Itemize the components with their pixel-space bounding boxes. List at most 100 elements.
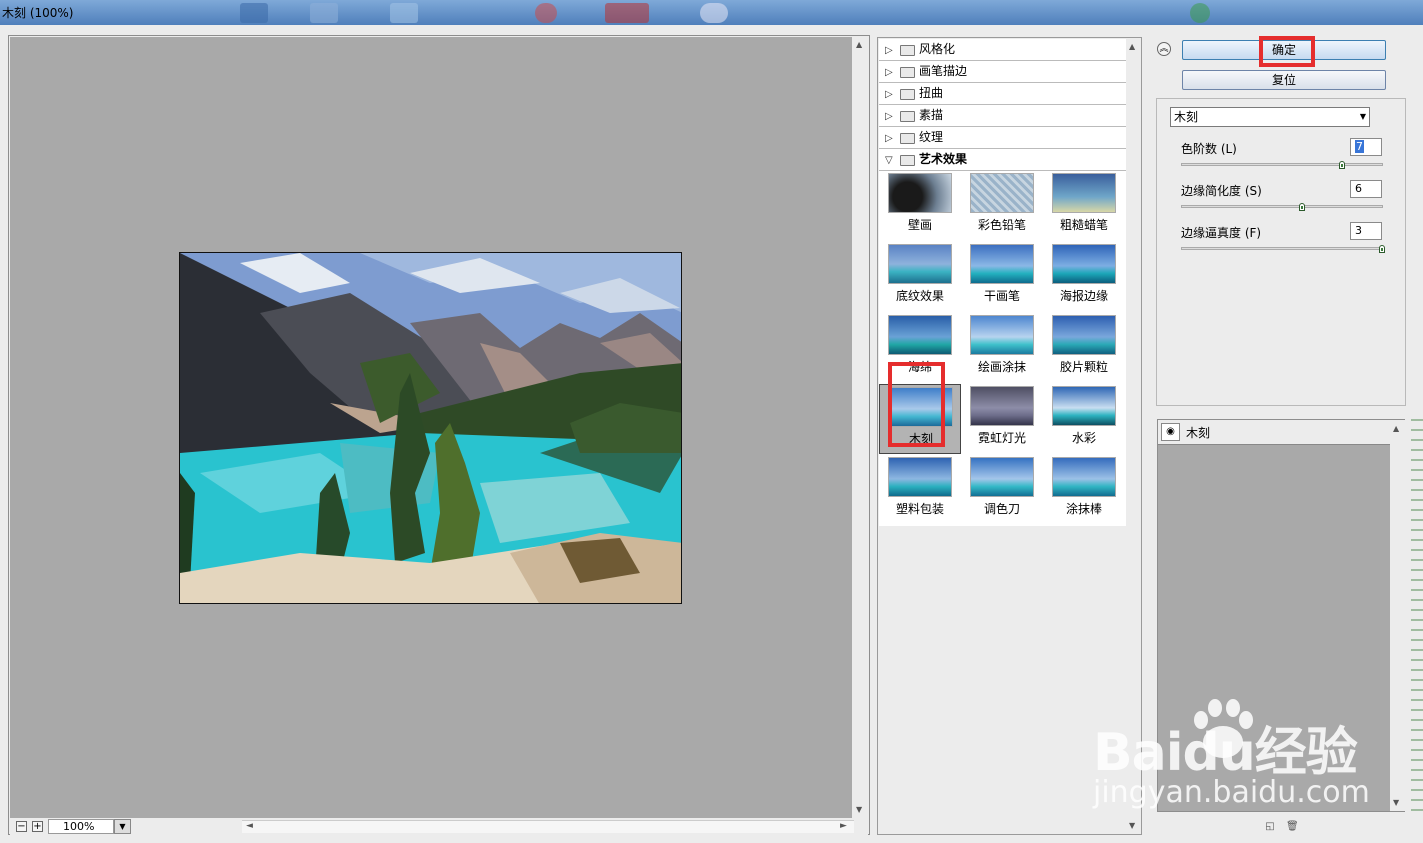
- preview-canvas[interactable]: [10, 37, 852, 818]
- folder-artistic[interactable]: ▽ 艺术效果: [879, 149, 1126, 171]
- scroll-down-icon[interactable]: ▼: [1129, 821, 1135, 830]
- collapse-triangle-icon[interactable]: ▽: [885, 150, 893, 171]
- filter-thumb-film-grain[interactable]: 胶片颗粒: [1043, 313, 1125, 383]
- filter-select[interactable]: 木刻 ▼: [1170, 107, 1370, 127]
- taskbar-icon: [605, 3, 649, 23]
- edge-simplicity-input[interactable]: 6: [1350, 180, 1382, 198]
- filter-label: 胶片颗粒: [1059, 360, 1108, 374]
- ok-button[interactable]: 确定: [1182, 40, 1386, 60]
- filter-label: 干画笔: [983, 289, 1020, 303]
- levels-input[interactable]: 7: [1350, 138, 1382, 156]
- filter-label: 木刻: [908, 432, 933, 446]
- preview-vertical-scrollbar[interactable]: ▲ ▼: [852, 37, 868, 818]
- edge-fidelity-slider-knob[interactable]: [1379, 245, 1385, 253]
- filter-label: 粗糙蜡笔: [1059, 218, 1108, 232]
- expand-triangle-icon[interactable]: ▷: [885, 62, 893, 83]
- window-edge-decoration: [1411, 419, 1423, 819]
- thumbnail-image: [888, 244, 952, 284]
- eye-icon[interactable]: ◉: [1161, 423, 1180, 441]
- preview-status-bar: − + 100% ▼ ◄ ►: [10, 818, 868, 835]
- thumbnail-image: [1052, 457, 1116, 497]
- filter-thumb-cutout[interactable]: 木刻: [879, 384, 961, 454]
- filter-label: 海绵: [907, 360, 932, 374]
- preview-image: [179, 252, 682, 604]
- edge-simplicity-slider[interactable]: [1181, 203, 1383, 211]
- thumbnail-image: [888, 173, 952, 213]
- filter-thumb-poster-edges[interactable]: 海报边缘: [1043, 242, 1125, 312]
- filter-label: 绘画涂抹: [977, 360, 1026, 374]
- zoom-field[interactable]: 100%: [48, 819, 114, 834]
- filter-label: 霓虹灯光: [977, 431, 1026, 445]
- thumbnail-image: [1052, 386, 1116, 426]
- open-folder-icon: [900, 155, 915, 166]
- taskbar-icon: [700, 3, 728, 23]
- expand-triangle-icon[interactable]: ▷: [885, 106, 893, 127]
- filter-thumb-fresco[interactable]: 壁画: [879, 171, 961, 241]
- folder-stylize[interactable]: ▷ 风格化: [879, 39, 1126, 61]
- taskbar-icon: [390, 3, 418, 23]
- levels-slider[interactable]: [1181, 161, 1383, 169]
- thumbnail-image: [888, 457, 952, 497]
- scroll-up-icon[interactable]: ▲: [856, 40, 862, 49]
- folder-label: 风格化: [919, 42, 956, 56]
- filter-thumb-neon-glow[interactable]: 霓虹灯光: [961, 384, 1043, 454]
- filter-thumb-paint-daubs[interactable]: 绘画涂抹: [961, 313, 1043, 383]
- folder-icon: [900, 111, 915, 122]
- filter-thumb-rough-pastels[interactable]: 粗糙蜡笔: [1043, 171, 1125, 241]
- scroll-down-icon[interactable]: ▼: [1393, 798, 1399, 807]
- edge-fidelity-slider[interactable]: [1181, 245, 1385, 253]
- effect-layer-row[interactable]: ◉ 木刻: [1158, 420, 1390, 445]
- scroll-up-icon[interactable]: ▲: [1393, 424, 1399, 433]
- filter-thumb-colored-pencil[interactable]: 彩色铅笔: [961, 171, 1043, 241]
- filter-thumb-watercolor[interactable]: 水彩: [1043, 384, 1125, 454]
- scroll-down-icon[interactable]: ▼: [856, 805, 862, 814]
- folder-icon: [900, 67, 915, 78]
- filter-label: 底纹效果: [895, 289, 944, 303]
- collapse-gallery-icon[interactable]: ︽: [1157, 42, 1171, 56]
- reset-button[interactable]: 复位: [1182, 70, 1386, 90]
- expand-triangle-icon[interactable]: ▷: [885, 40, 893, 61]
- filter-select-value: 木刻: [1174, 110, 1199, 124]
- thumbnail-image: [889, 387, 953, 427]
- levels-label: 色阶数 (L): [1181, 142, 1237, 156]
- folder-distort[interactable]: ▷ 扭曲: [879, 83, 1126, 105]
- thumbnail-image: [970, 244, 1034, 284]
- folder-sketch[interactable]: ▷ 素描: [879, 105, 1126, 127]
- filter-thumb-underpainting[interactable]: 底纹效果: [879, 242, 961, 312]
- delete-effect-layer-icon[interactable]: 🗑: [1286, 821, 1299, 833]
- filter-thumb-plastic-wrap[interactable]: 塑料包装: [879, 455, 961, 525]
- edge-simplicity-slider-knob[interactable]: [1299, 203, 1305, 211]
- preview-horizontal-scrollbar[interactable]: ◄ ►: [242, 820, 854, 833]
- filter-gallery-list: ▷ 风格化 ▷ 画笔描边 ▷ 扭曲 ▷ 素描 ▷ 纹理 ▽ 艺术效果 壁画 彩色…: [879, 39, 1126, 526]
- thumbnail-image: [1052, 244, 1116, 284]
- watermark-url: jingyan.baidu.com: [1093, 775, 1370, 810]
- chevron-down-icon: ▼: [1359, 112, 1366, 121]
- filter-thumb-smudge-stick[interactable]: 涂抹棒: [1043, 455, 1125, 525]
- zoom-dropdown-button[interactable]: ▼: [114, 819, 131, 834]
- filter-label: 彩色铅笔: [977, 218, 1026, 232]
- filter-label: 壁画: [907, 218, 932, 232]
- zoom-out-button[interactable]: −: [16, 821, 27, 832]
- thumbnail-image: [970, 386, 1034, 426]
- scroll-right-icon[interactable]: ►: [840, 821, 847, 831]
- expand-triangle-icon[interactable]: ▷: [885, 84, 893, 105]
- new-effect-layer-icon[interactable]: ◱: [1264, 821, 1276, 833]
- levels-slider-knob[interactable]: [1339, 161, 1345, 169]
- filter-thumb-palette-knife[interactable]: 调色刀: [961, 455, 1043, 525]
- folder-label: 扭曲: [919, 86, 944, 100]
- filter-thumb-dry-brush[interactable]: 干画笔: [961, 242, 1043, 312]
- zoom-in-button[interactable]: +: [32, 821, 43, 832]
- scroll-up-icon[interactable]: ▲: [1129, 42, 1135, 51]
- filter-label: 塑料包装: [895, 502, 944, 516]
- scroll-left-icon[interactable]: ◄: [246, 821, 253, 831]
- folder-label: 纹理: [919, 130, 944, 144]
- filter-thumb-sponge[interactable]: 海绵: [879, 313, 961, 383]
- edge-fidelity-input[interactable]: 3: [1350, 222, 1382, 240]
- folder-brush-strokes[interactable]: ▷ 画笔描边: [879, 61, 1126, 83]
- folder-texture[interactable]: ▷ 纹理: [879, 127, 1126, 149]
- thumbnail-image: [888, 315, 952, 355]
- title-bar: 木刻 (100%): [0, 0, 1423, 25]
- expand-triangle-icon[interactable]: ▷: [885, 128, 893, 149]
- edge-fidelity-value: 3: [1355, 224, 1362, 237]
- folder-icon: [900, 45, 915, 56]
